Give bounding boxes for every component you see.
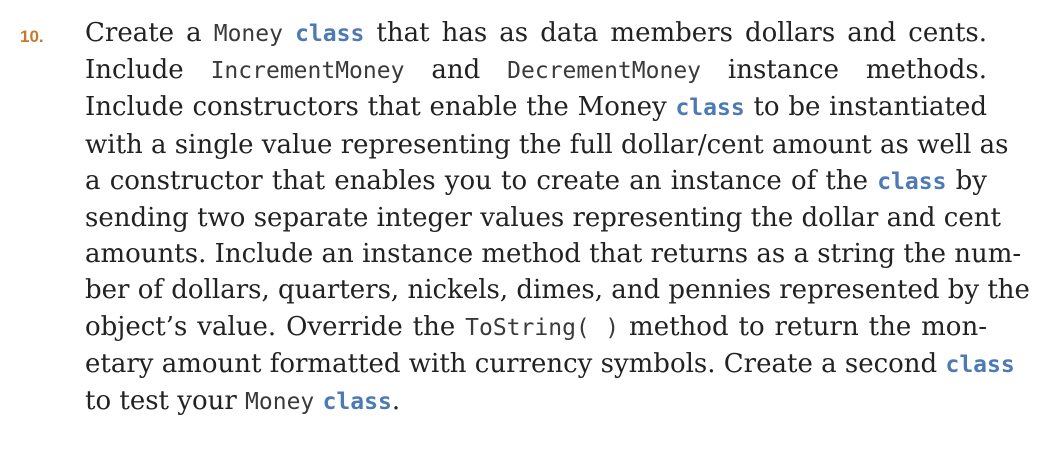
text-segment: by bbox=[946, 165, 987, 196]
text-segment bbox=[283, 18, 295, 48]
text-line: object’s value. Override the ToString( )… bbox=[85, 309, 987, 346]
text-segment: to be instantiated bbox=[744, 92, 987, 123]
keyword-class: class bbox=[295, 21, 365, 47]
text-line: ber of dollars, quarters, nickels, dimes… bbox=[85, 272, 1030, 308]
text-line: sending two separate integer values repr… bbox=[85, 200, 1001, 236]
text-line: Include constructors that enable the Mon… bbox=[85, 89, 987, 126]
text-segment: instance methods. bbox=[701, 55, 988, 86]
code-identifier: IncrementMoney bbox=[210, 58, 405, 85]
text-segment: ber of dollars, quarters, nickels, dimes… bbox=[85, 275, 1030, 306]
exercise-text: Create a Money class that has as data me… bbox=[85, 15, 1030, 420]
code-identifier: Money bbox=[245, 389, 315, 416]
text-line: a constructor that enables you to create… bbox=[85, 163, 987, 200]
text-line: Create a Money class that has as data me… bbox=[85, 15, 987, 52]
keyword-class: class bbox=[945, 351, 1015, 378]
code-identifier: DecrementMoney bbox=[507, 58, 702, 85]
text-segment: to test your bbox=[85, 386, 246, 417]
code-identifier: ToString( ) bbox=[465, 314, 620, 341]
keyword-class: class bbox=[877, 168, 947, 195]
keyword-class: class bbox=[322, 389, 392, 416]
text-line: Include IncrementMoney and DecrementMone… bbox=[85, 52, 987, 89]
text-segment: . bbox=[391, 386, 401, 417]
text-line: amounts. Include an instance method that… bbox=[85, 236, 1021, 272]
code-identifier: Money bbox=[213, 21, 283, 47]
text-segment: with a single value representing the ful… bbox=[85, 129, 1009, 160]
text-segment bbox=[314, 386, 322, 416]
text-segment: etary amount formatted with currency sym… bbox=[85, 348, 946, 379]
exercise-number: 10. bbox=[20, 27, 44, 46]
text-segment: Create a bbox=[85, 18, 214, 48]
text-line: etary amount formatted with currency sym… bbox=[85, 346, 1015, 383]
text-segment: Include constructors that enable the Mon… bbox=[85, 92, 676, 123]
text-segment: amounts. Include an instance method that… bbox=[85, 239, 1022, 270]
text-segment: that has as data members dollars and cen… bbox=[364, 18, 988, 48]
text-segment: sending two separate integer values repr… bbox=[85, 203, 1001, 234]
keyword-class: class bbox=[675, 95, 745, 122]
text-line: with a single value representing the ful… bbox=[85, 127, 1009, 163]
text-segment: object’s value. Override the bbox=[85, 311, 466, 342]
text-line: to test your Money class. bbox=[85, 383, 987, 420]
text-segment: and bbox=[404, 55, 508, 86]
text-segment: Include bbox=[85, 55, 211, 86]
text-segment: method to return the mon- bbox=[619, 311, 987, 342]
text-segment: a constructor that enables you to create… bbox=[85, 165, 878, 196]
